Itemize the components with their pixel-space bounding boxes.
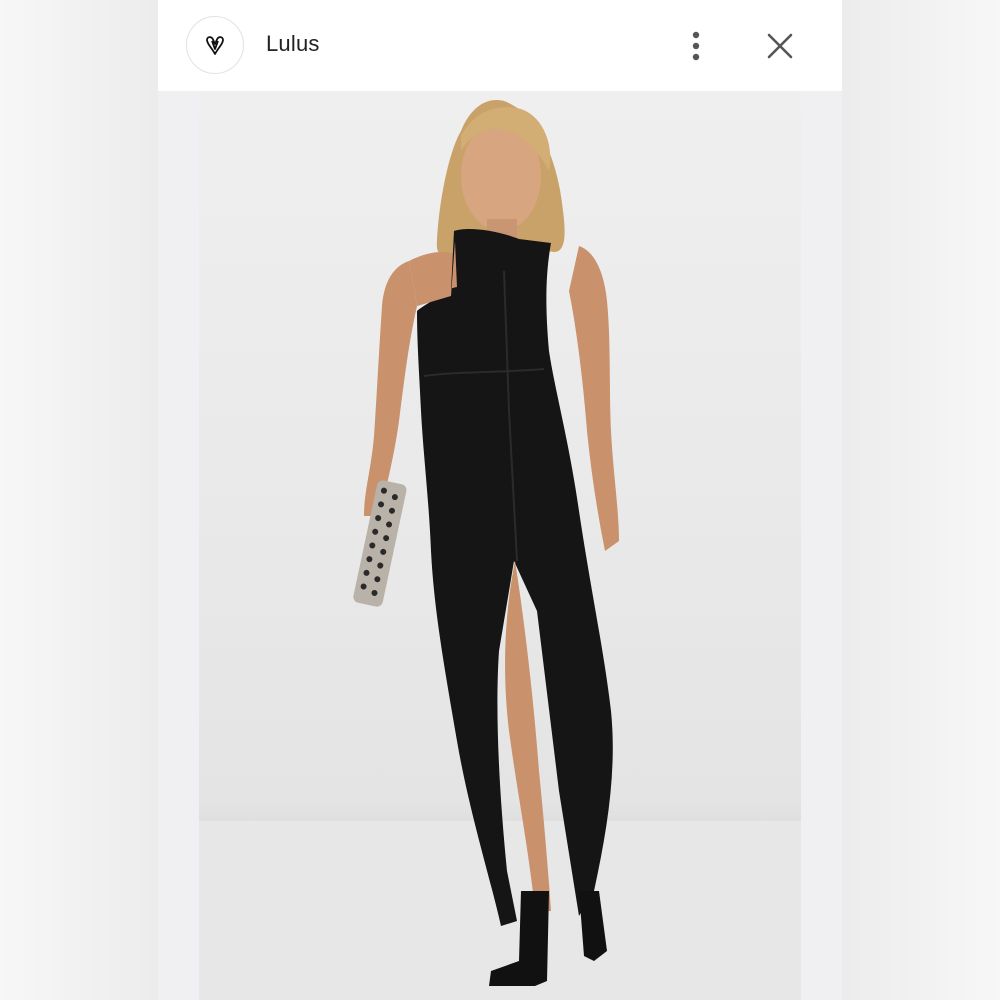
more-options-button[interactable] (682, 28, 710, 64)
heart-logo-icon (198, 28, 232, 62)
model-illustration (199, 100, 801, 1000)
vertical-ellipsis-icon (692, 31, 700, 61)
image-viewer-sheet: Lulus (158, 0, 842, 1000)
left-gutter (0, 0, 158, 1000)
product-photo[interactable] (199, 91, 801, 1000)
close-icon (767, 33, 793, 59)
brand-avatar[interactable] (186, 16, 244, 74)
viewer-header: Lulus (158, 0, 842, 91)
right-gutter (842, 0, 1000, 1000)
close-button[interactable] (760, 26, 800, 66)
brand-name[interactable]: Lulus (266, 31, 320, 57)
